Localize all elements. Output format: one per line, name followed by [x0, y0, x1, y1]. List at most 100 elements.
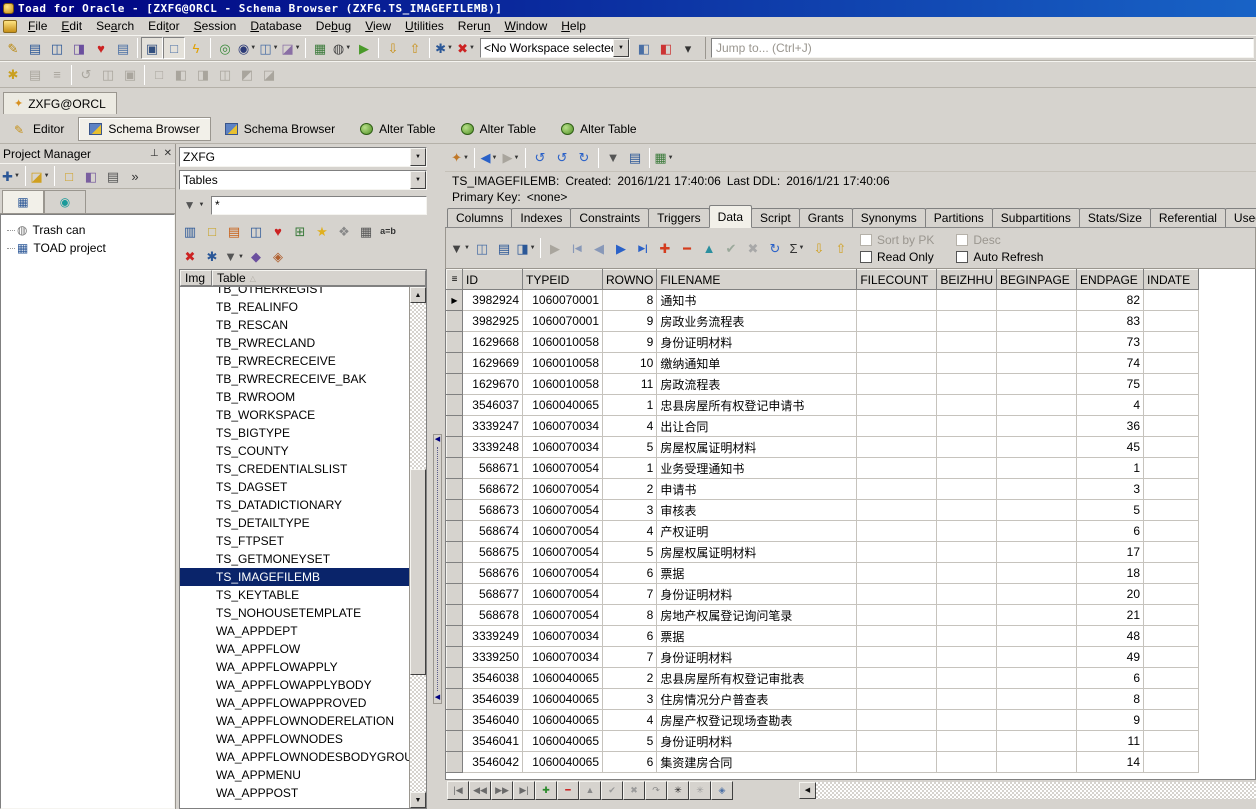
- tab-partitions[interactable]: Partitions: [925, 208, 993, 227]
- tab-data[interactable]: Data: [709, 205, 752, 228]
- grid-cell[interactable]: [857, 752, 937, 773]
- grid-cell[interactable]: [937, 374, 997, 395]
- grid-cell[interactable]: 房屋权属证明材料: [657, 542, 857, 563]
- grid-cell[interactable]: [937, 521, 997, 542]
- grid-cell[interactable]: [857, 437, 937, 458]
- grid-cell[interactable]: 1060070054: [523, 500, 603, 521]
- tab-triggers[interactable]: Triggers: [648, 208, 710, 227]
- grid-cell[interactable]: 1060040065: [523, 689, 603, 710]
- drop-table-icon[interactable]: ✖: [179, 246, 201, 268]
- grid-cell[interactable]: 6: [603, 752, 657, 773]
- jump-to-input[interactable]: [711, 38, 1254, 58]
- grid-cell[interactable]: [997, 752, 1077, 773]
- table-row[interactable]: 56867310600700543审核表5: [447, 500, 1199, 521]
- refresh-row-icon[interactable]: ↺: [551, 147, 573, 169]
- grid-cell[interactable]: 1060070054: [523, 605, 603, 626]
- table-row[interactable]: 354604110600400655身份证明材料11: [447, 731, 1199, 752]
- tree-item-toad-project[interactable]: ▦TOAD project: [3, 239, 172, 257]
- grid-cell[interactable]: 3: [1077, 479, 1144, 500]
- doc-new-icon[interactable]: □: [148, 64, 170, 86]
- grid-cell[interactable]: [997, 626, 1077, 647]
- grid-cell[interactable]: 1060040065: [523, 731, 603, 752]
- window-tab-schema-browser[interactable]: Schema Browser: [78, 117, 210, 141]
- grid-column-header[interactable]: FILECOUNT: [857, 270, 937, 290]
- grid-cell[interactable]: 身份证明材料: [657, 584, 857, 605]
- grid-cell[interactable]: 11: [603, 374, 657, 395]
- grid-cell[interactable]: 9: [603, 311, 657, 332]
- grid-cell[interactable]: 房屋产权登记现场查勘表: [657, 710, 857, 731]
- table-row[interactable]: 354603910600400653住房情况分户普查表8: [447, 689, 1199, 710]
- grid-cell[interactable]: 住房情况分户普查表: [657, 689, 857, 710]
- table-list-item[interactable]: TB_REALINFO: [180, 298, 409, 316]
- toolbar-overflow-icon[interactable]: ▾: [677, 37, 699, 59]
- cancel-edit-icon[interactable]: ✖: [742, 237, 764, 259]
- table-row[interactable]: 333925010600700347身份证明材料49: [447, 647, 1199, 668]
- data-filter-icon-dropdown[interactable]: ▼: [464, 245, 470, 251]
- nav-prior-icon[interactable]: ◀◀: [469, 781, 491, 800]
- grid-cell[interactable]: [997, 458, 1077, 479]
- grid-cell[interactable]: 7: [603, 584, 657, 605]
- doc-refresh-icon[interactable]: ◪: [258, 64, 280, 86]
- nav-next-icon[interactable]: ▶▶: [491, 781, 513, 800]
- grid-cell[interactable]: [857, 374, 937, 395]
- grid-cell[interactable]: 6: [1077, 521, 1144, 542]
- table-row[interactable]: 333924710600700344出让合同36: [447, 416, 1199, 437]
- grid-cell[interactable]: 1629669: [463, 353, 523, 374]
- grid-cell[interactable]: 45: [1077, 437, 1144, 458]
- grid-cell[interactable]: [997, 500, 1077, 521]
- grid-cell[interactable]: [937, 458, 997, 479]
- nav-bookmark-set-icon[interactable]: ✳: [667, 781, 689, 800]
- save-workspace-icon[interactable]: ◧: [633, 37, 655, 59]
- chart-icon[interactable]: ▦▼: [653, 147, 675, 169]
- grid-cell[interactable]: 83: [1077, 311, 1144, 332]
- print-icon[interactable]: ▤: [102, 165, 124, 187]
- grid-cell[interactable]: 10: [603, 353, 657, 374]
- grid-cell[interactable]: [857, 290, 937, 311]
- grid-cell[interactable]: 1060070054: [523, 521, 603, 542]
- grid-cell[interactable]: 1: [1077, 458, 1144, 479]
- grid-cell[interactable]: 3546039: [463, 689, 523, 710]
- insert-record-icon[interactable]: ✚: [654, 237, 676, 259]
- grid-cell[interactable]: [937, 689, 997, 710]
- table-list-item[interactable]: TS_DATADICTIONARY: [180, 496, 409, 514]
- table-list-item[interactable]: TS_IMAGEFILEMB: [180, 568, 409, 586]
- table-list-item[interactable]: TB_RESCAN: [180, 316, 409, 334]
- refresh-all-icon[interactable]: ↻: [573, 147, 595, 169]
- grid-cell[interactable]: [1144, 689, 1199, 710]
- grid-cell[interactable]: [997, 584, 1077, 605]
- grid-cell[interactable]: 业务受理通知书: [657, 458, 857, 479]
- menu-view[interactable]: View: [358, 18, 398, 34]
- grid-cell[interactable]: 身份证明材料: [657, 731, 857, 752]
- grid-cell[interactable]: 1060010058: [523, 374, 603, 395]
- open-editor-icon[interactable]: ✎: [2, 37, 24, 59]
- grid-cell[interactable]: [857, 626, 937, 647]
- grid-cell[interactable]: [1144, 332, 1199, 353]
- grid-cell[interactable]: [1144, 374, 1199, 395]
- next-record-icon[interactable]: ▶: [610, 237, 632, 259]
- grid-cell[interactable]: 3546038: [463, 668, 523, 689]
- grid-cell[interactable]: [857, 563, 937, 584]
- table-list-item[interactable]: WA_APPFLOWAPPROVED: [180, 694, 409, 712]
- grid-column-header[interactable]: FILENAME: [657, 270, 857, 290]
- delete-workspace-icon[interactable]: ◧: [655, 37, 677, 59]
- describe-objects-icon[interactable]: ▤: [112, 37, 134, 59]
- grid-cell[interactable]: 568672: [463, 479, 523, 500]
- tab-grants[interactable]: Grants: [799, 208, 853, 227]
- copy-data-icon[interactable]: ◫: [471, 237, 493, 259]
- grid-cell[interactable]: 身份证明材料: [657, 647, 857, 668]
- grid-cell[interactable]: 1060070054: [523, 542, 603, 563]
- table-list-item[interactable]: TB_OTHERREGIST: [180, 286, 409, 298]
- grid-cell[interactable]: 2: [603, 668, 657, 689]
- tab-columns[interactable]: Columns: [447, 208, 512, 227]
- table-list-item[interactable]: WA_APPFLOWAPPLY: [180, 658, 409, 676]
- schema-select[interactable]: ZXFG ▼: [179, 147, 427, 167]
- rerun-lightning-icon[interactable]: ϟ: [185, 37, 207, 59]
- grid-cell[interactable]: [1144, 668, 1199, 689]
- nav-refresh-icon[interactable]: ↷: [645, 781, 667, 800]
- check-in-icon[interactable]: ⇩: [382, 37, 404, 59]
- forward-icon-dropdown[interactable]: ▼: [514, 155, 520, 161]
- grid-cell[interactable]: [997, 647, 1077, 668]
- grid-cell[interactable]: [1144, 416, 1199, 437]
- truncate-icon[interactable]: ◈: [267, 246, 289, 268]
- grid-cell[interactable]: [857, 731, 937, 752]
